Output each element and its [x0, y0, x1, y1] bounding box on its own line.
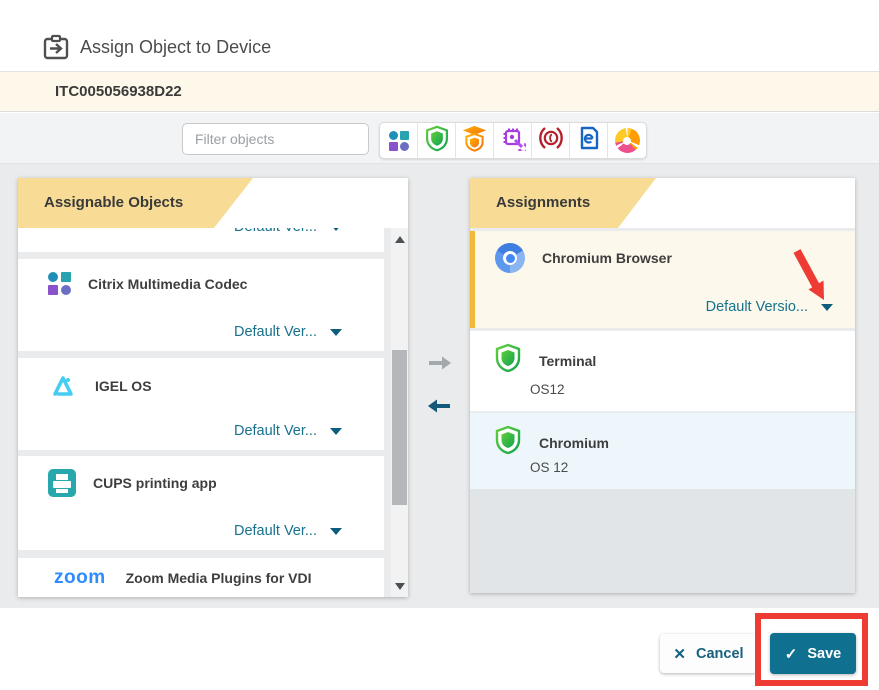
unassign-left-arrow-button[interactable] [424, 396, 454, 418]
igel-os-icon [48, 371, 78, 401]
assignments-list: Chromium Browser Default Versio... [470, 228, 855, 593]
scroll-up-button[interactable] [391, 230, 408, 248]
citrix-apps-icon [48, 272, 71, 295]
template-key-icon [538, 125, 564, 156]
object-name: Citrix Multimedia Codec [88, 276, 247, 292]
firmwares-filter-button[interactable] [608, 123, 646, 158]
assignable-objects-panel: Assignable Objects Default Ver... Citrix… [18, 178, 408, 597]
profile-shield-icon [494, 425, 522, 460]
assignments-title: Assignments [496, 178, 590, 228]
file-document-icon [576, 125, 602, 156]
version-dropdown-label[interactable]: Default Ver... [234, 423, 317, 439]
master-profile-shield-icon [461, 125, 488, 157]
firmware-customizations-filter-button[interactable] [494, 123, 532, 158]
profile-shield-icon [424, 125, 450, 157]
save-button[interactable]: ✓ Save [770, 633, 856, 674]
triangle-up-icon [395, 236, 405, 243]
empty-list-area [470, 489, 855, 593]
template-keys-filter-button[interactable] [532, 123, 570, 158]
chevron-down-icon[interactable] [330, 228, 342, 231]
version-dropdown-label[interactable]: Default Versio... [706, 299, 808, 315]
version-dropdown-label[interactable]: Default Ver... [234, 324, 317, 340]
chromium-browser-icon [495, 243, 525, 273]
scrollbar-thumb[interactable] [392, 350, 407, 505]
dialog-title: Assign Object to Device [80, 37, 271, 58]
master-profiles-filter-button[interactable] [456, 123, 494, 158]
close-icon: ✕ [673, 645, 686, 663]
cancel-button-label: Cancel [696, 646, 744, 662]
assignment-item-chromium-browser[interactable]: Chromium Browser Default Versio... [470, 231, 855, 328]
object-os-version: OS 12 [530, 460, 568, 475]
object-name: Chromium [539, 435, 609, 451]
checkmark-icon: ✓ [785, 645, 798, 663]
object-name: Zoom Media Plugins for VDI [126, 570, 312, 586]
arrow-left-icon [425, 396, 453, 416]
device-bar: ITC005056938D22 [0, 71, 879, 112]
assignment-item-chromium[interactable]: Chromium OS 12 [470, 413, 855, 489]
scroll-down-button[interactable] [391, 577, 408, 595]
profiles-filter-button[interactable] [418, 123, 456, 158]
filter-toolbar [0, 113, 879, 164]
assignable-objects-title: Assignable Objects [44, 178, 183, 228]
assignments-panel: Assignments Chromium Browser Default Ver… [470, 178, 855, 593]
object-name: IGEL OS [95, 378, 152, 394]
assign-object-icon [40, 32, 72, 69]
zoom-logo: zoom [54, 567, 106, 589]
save-button-label: Save [807, 646, 841, 662]
filter-objects-input[interactable] [182, 123, 369, 155]
chevron-down-icon[interactable] [330, 329, 342, 336]
assign-object-dialog: Assign Object to Device ITC005056938D22 [0, 0, 879, 690]
object-name: Chromium Browser [542, 250, 672, 266]
cancel-button[interactable]: ✕ Cancel [660, 634, 757, 673]
version-dropdown-label[interactable]: Default Ver... [234, 523, 317, 539]
chevron-down-icon[interactable] [330, 428, 342, 435]
firmware-customization-chip-icon [500, 125, 526, 156]
profile-shield-icon [494, 343, 522, 378]
triangle-down-icon [395, 583, 405, 590]
object-name: Terminal [539, 353, 596, 369]
assignment-item-terminal[interactable]: Terminal OS12 [470, 331, 855, 411]
files-filter-button[interactable] [570, 123, 608, 158]
assignable-objects-list: Default Ver... Citrix Multimedia Codec D… [18, 228, 408, 597]
apps-icon [389, 131, 409, 151]
cups-printer-icon [48, 469, 76, 497]
chevron-down-icon[interactable] [330, 528, 342, 535]
segmented-circle-icon [615, 128, 640, 153]
object-type-filter-group [379, 122, 647, 159]
version-dropdown-label[interactable]: Default Ver... [234, 228, 317, 235]
list-item-zoom-media-plugins[interactable]: zoom Zoom Media Plugins for VDI [18, 558, 384, 597]
object-name: CUPS printing app [93, 475, 217, 491]
assign-right-arrow-button[interactable] [425, 353, 455, 375]
apps-filter-button[interactable] [380, 123, 418, 158]
list-item-clipped[interactable]: Default Ver... [18, 228, 384, 252]
object-os-version: OS12 [530, 382, 565, 397]
vertical-scrollbar[interactable] [391, 228, 408, 597]
list-item-citrix-multimedia-codec[interactable]: Citrix Multimedia Codec Default Ver... [18, 259, 384, 351]
list-item-cups-printing-app[interactable]: CUPS printing app Default Ver... [18, 456, 384, 550]
arrow-right-icon [426, 353, 454, 373]
dialog-header: Assign Object to Device [0, 0, 879, 71]
assignments-header: Assignments [470, 178, 855, 228]
chevron-down-icon[interactable] [821, 304, 833, 311]
device-id: ITC005056938D22 [55, 72, 182, 111]
assignable-objects-header: Assignable Objects [18, 178, 408, 228]
list-item-igel-os[interactable]: IGEL OS Default Ver... [18, 358, 384, 450]
